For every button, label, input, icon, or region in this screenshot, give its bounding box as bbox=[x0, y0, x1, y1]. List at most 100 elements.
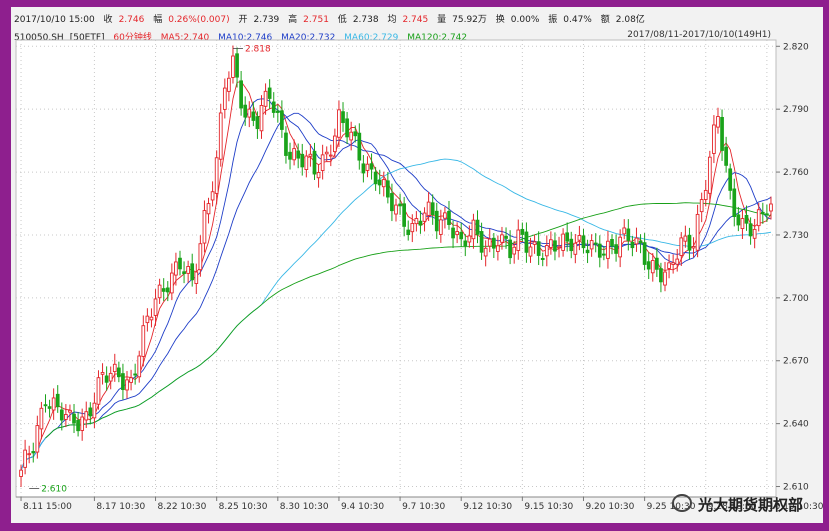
candle-body bbox=[760, 211, 765, 215]
candle-body bbox=[467, 235, 472, 243]
candle-body bbox=[410, 223, 415, 233]
candle-body bbox=[255, 116, 260, 130]
y-tick-label: 2.700 bbox=[783, 294, 809, 304]
candle-body bbox=[247, 108, 252, 118]
candle-body bbox=[577, 235, 582, 241]
x-tick-label: 9.4 10:30 bbox=[341, 502, 384, 512]
candle-body bbox=[353, 131, 358, 137]
candle-body bbox=[68, 409, 72, 413]
candle-body bbox=[194, 271, 199, 284]
candle-body bbox=[426, 201, 431, 216]
candle-body bbox=[345, 118, 349, 138]
candle-body bbox=[328, 154, 333, 157]
watermark: 光大期货期权部 bbox=[671, 494, 803, 515]
candle-body bbox=[581, 235, 586, 249]
candle-body bbox=[39, 407, 44, 430]
y-tick-label: 2.670 bbox=[783, 357, 809, 367]
candle-body bbox=[508, 239, 512, 259]
candle-body bbox=[337, 109, 341, 138]
x-tick-label: 9.20 10:30 bbox=[585, 502, 634, 512]
candle-body bbox=[471, 219, 476, 240]
candle-body bbox=[174, 261, 178, 276]
candle-body bbox=[267, 87, 272, 99]
candle-body bbox=[235, 53, 239, 78]
candle-body bbox=[622, 227, 627, 235]
candle-body bbox=[744, 214, 749, 224]
x-tick-label: 8.11 15:00 bbox=[23, 502, 72, 512]
candle-body bbox=[540, 257, 545, 260]
candle-body bbox=[422, 212, 427, 222]
candle-body bbox=[141, 325, 146, 357]
candle-body bbox=[178, 257, 182, 270]
candle-body bbox=[80, 416, 85, 431]
y-tick-label: 2.730 bbox=[783, 231, 809, 241]
candle-body bbox=[64, 414, 68, 420]
candle-body bbox=[414, 218, 419, 225]
candle-body bbox=[479, 231, 484, 253]
candle-body bbox=[377, 179, 382, 186]
candle-body bbox=[59, 409, 64, 421]
candle-body bbox=[108, 372, 113, 382]
candle-body bbox=[394, 204, 398, 215]
candle-body bbox=[716, 116, 720, 128]
candle-body bbox=[602, 253, 606, 256]
candle-body bbox=[316, 172, 321, 179]
candle-body bbox=[288, 151, 292, 160]
candle-body bbox=[214, 157, 219, 194]
candle-body bbox=[198, 243, 203, 271]
x-tick-label: 8.17 10:30 bbox=[96, 502, 145, 512]
candle-body bbox=[259, 104, 264, 132]
candle-body bbox=[117, 367, 121, 378]
candle-body bbox=[606, 240, 610, 259]
candle-body bbox=[341, 111, 345, 124]
y-tick-label: 2.760 bbox=[783, 168, 809, 178]
candle-body bbox=[557, 246, 561, 249]
x-tick-label: 8.22 10:30 bbox=[158, 502, 207, 512]
candle-body bbox=[157, 284, 162, 299]
candle-body bbox=[320, 154, 325, 171]
candle-body bbox=[243, 104, 248, 118]
candle-body bbox=[475, 219, 480, 235]
candle-body bbox=[459, 231, 464, 240]
candle-body bbox=[630, 241, 635, 249]
candle-body bbox=[691, 246, 696, 249]
candle-body bbox=[406, 229, 411, 236]
candle-body bbox=[618, 236, 623, 258]
candle-body bbox=[398, 203, 402, 207]
x-tick-label: 9.12 10:30 bbox=[463, 502, 512, 512]
candle-body bbox=[210, 191, 215, 201]
candle-body bbox=[100, 372, 105, 375]
candle-body bbox=[231, 55, 235, 78]
candle-body bbox=[263, 90, 268, 107]
candle-body bbox=[129, 377, 133, 383]
candle-body bbox=[161, 288, 166, 292]
candle-body bbox=[614, 244, 618, 254]
candle-body bbox=[610, 239, 614, 247]
candle-body bbox=[516, 229, 521, 251]
candle-body bbox=[47, 406, 52, 409]
candle-body bbox=[720, 116, 724, 151]
candle-body bbox=[357, 132, 362, 161]
candle-body bbox=[418, 220, 423, 226]
candle-body bbox=[31, 451, 36, 454]
candle-body bbox=[206, 203, 211, 215]
candle-body bbox=[512, 246, 517, 255]
candle-body bbox=[528, 246, 533, 257]
candle-body bbox=[642, 242, 647, 265]
candle-body bbox=[186, 266, 190, 274]
candlestick-chart[interactable]: 2.820 2.790 2.760 2.730 2.700 2.670 2.640 2.610… bbox=[0, 0, 829, 531]
candle-body bbox=[549, 239, 553, 248]
candle-body bbox=[589, 240, 594, 250]
candle-body bbox=[304, 155, 309, 170]
candle-body bbox=[561, 233, 565, 251]
candle-body bbox=[455, 231, 459, 236]
candle-body bbox=[565, 232, 570, 242]
x-tick-label: 9.15 10:30 bbox=[524, 502, 573, 512]
candle-body bbox=[385, 180, 390, 198]
candle-body bbox=[740, 218, 745, 230]
candle-body bbox=[483, 247, 488, 257]
candle-body bbox=[667, 262, 671, 269]
candle-body bbox=[765, 213, 769, 216]
candle-body bbox=[500, 234, 504, 243]
candle-body bbox=[365, 163, 370, 171]
